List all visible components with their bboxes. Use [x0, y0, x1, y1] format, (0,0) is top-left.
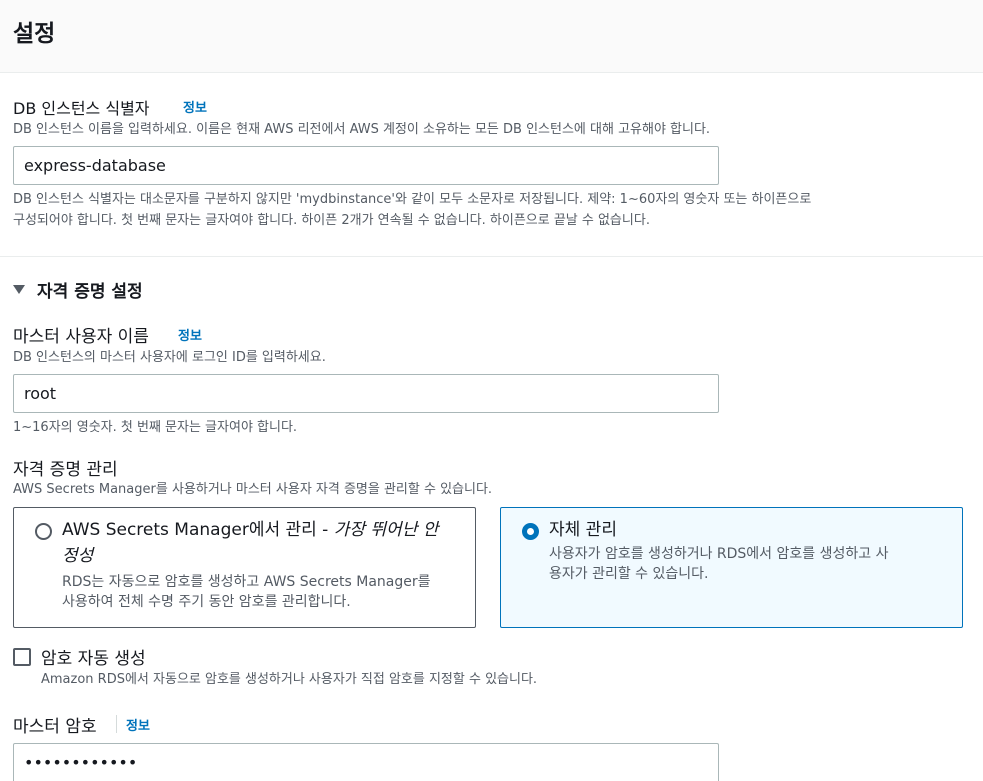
self-managed-radio[interactable] — [522, 523, 539, 540]
page-title: 설정 — [13, 21, 56, 47]
credentials-section-toggle[interactable]: 자격 증명 설정 — [13, 277, 143, 302]
master-password-input[interactable]: •••••••••••• — [13, 743, 719, 781]
credential-management-description: AWS Secrets Manager를 사용하거나 마스터 사용자 자격 증명… — [13, 482, 493, 497]
db-identifier-value: express-database — [24, 156, 166, 175]
secrets-manager-title-italic-1: 가장 뛰어난 안 — [333, 520, 439, 540]
settings-header: 설정 — [0, 0, 983, 73]
secrets-manager-option-desc-1: RDS는 자동으로 암호를 생성하고 AWS Secrets Manager를 — [62, 574, 431, 590]
db-identifier-constraint-line2: 구성되어야 합니다. 첫 번째 문자는 글자여야 합니다. 하이픈 2개가 연속… — [13, 213, 650, 228]
secrets-manager-option-tile[interactable]: AWS Secrets Manager에서 관리 - 가장 뛰어난 안 정성 R… — [13, 507, 476, 628]
master-username-description: DB 인스턴스의 마스터 사용자에 로그인 ID를 입력하세요. — [13, 350, 326, 365]
self-managed-option-desc-1: 사용자가 암호를 생성하거나 RDS에서 암호를 생성하고 사 — [549, 546, 889, 562]
master-username-value: root — [24, 384, 57, 403]
db-identifier-input[interactable]: express-database — [13, 146, 719, 185]
info-separator — [116, 715, 117, 733]
self-managed-option-tile[interactable]: 자체 관리 사용자가 암호를 생성하거나 RDS에서 암호를 생성하고 사 용자… — [500, 507, 963, 628]
self-managed-option-desc-2: 용자가 관리할 수 있습니다. — [549, 566, 709, 582]
self-managed-option-title: 자체 관리 — [549, 520, 617, 540]
auto-generate-password-label[interactable]: 암호 자동 생성 — [41, 644, 146, 669]
section-divider — [0, 256, 983, 257]
db-identifier-label: DB 인스턴스 식별자 — [13, 99, 150, 118]
credential-management-label: 자격 증명 관리 — [13, 460, 118, 480]
secrets-manager-option-desc-2: 사용하여 전체 수명 주기 동안 암호를 관리합니다. — [62, 594, 351, 610]
secrets-manager-option-title: AWS Secrets Manager에서 관리 - 가장 뛰어난 안 정성 — [62, 517, 438, 569]
db-identifier-info-link[interactable]: 정보 — [183, 97, 207, 116]
auto-generate-password-description: Amazon RDS에서 자동으로 암호를 생성하거나 사용자가 직접 암호를 … — [41, 672, 538, 687]
db-identifier-constraint-line1: DB 인스턴스 식별자는 대소문자를 구분하지 않지만 'mydbinstanc… — [13, 192, 812, 207]
secrets-manager-title-italic-2: 정성 — [62, 546, 94, 566]
secrets-manager-radio[interactable] — [35, 523, 52, 540]
master-username-info-link[interactable]: 정보 — [178, 325, 202, 344]
caret-down-icon — [13, 285, 25, 294]
auto-generate-password-checkbox[interactable] — [13, 648, 31, 666]
master-username-label: 마스터 사용자 이름 — [13, 327, 149, 347]
secrets-manager-title-prefix: AWS Secrets Manager에서 관리 - — [62, 520, 334, 540]
master-username-input[interactable]: root — [13, 374, 719, 413]
master-password-label: 마스터 암호 — [13, 717, 97, 737]
db-identifier-description: DB 인스턴스 이름을 입력하세요. 이름은 현재 AWS 리전에서 AWS 계… — [13, 122, 711, 137]
master-username-constraint: 1~16자의 영숫자. 첫 번째 문자는 글자여야 합니다. — [13, 420, 298, 435]
master-password-value: •••••••••••• — [24, 753, 138, 772]
credentials-section-title: 자격 증명 설정 — [37, 282, 143, 302]
master-password-info-link[interactable]: 정보 — [126, 715, 150, 734]
